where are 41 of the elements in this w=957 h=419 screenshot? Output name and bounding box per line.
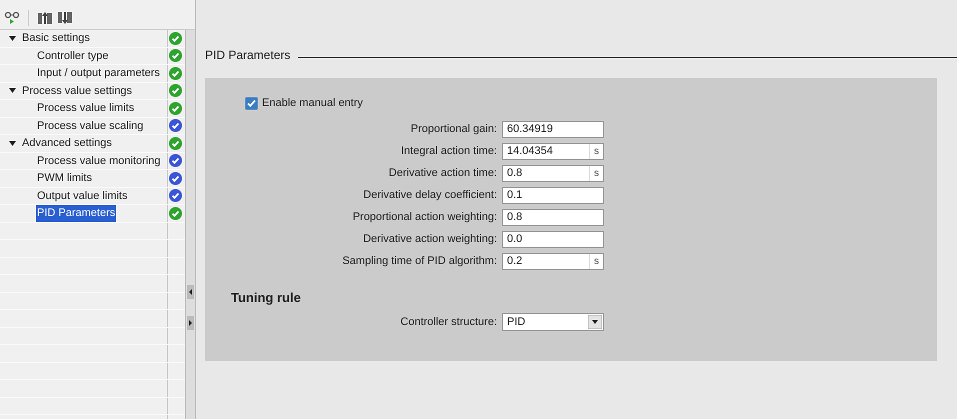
field-label: Derivative action time: <box>388 166 498 181</box>
checkbox[interactable] <box>245 96 258 110</box>
scrollbar[interactable] <box>185 30 195 419</box>
field-label: Sampling time of PID algorithm: <box>341 254 498 269</box>
input-field[interactable]: 14.04354 s <box>502 142 604 160</box>
tree-item[interactable]: Controller type <box>36 48 110 64</box>
tree-item[interactable]: Input / output parameters <box>36 65 161 82</box>
field-label: Controller structure: <box>399 314 498 330</box>
move-up-icon[interactable] <box>37 10 53 26</box>
input-field[interactable]: 60.34919 <box>502 120 604 138</box>
tree-item[interactable]: Process value scaling <box>36 118 144 134</box>
input-field[interactable]: 0.8 <box>502 208 604 226</box>
section-title: PID Parameters <box>205 47 290 64</box>
tree-item[interactable]: Process value limits <box>36 100 136 116</box>
checkbox-label: Enable manual entry <box>262 96 363 111</box>
tree-item[interactable]: Process value settings <box>21 82 134 99</box>
dropdown[interactable]: PID <box>502 313 604 331</box>
move-down-icon[interactable] <box>57 10 73 26</box>
tree-item[interactable]: Output value limits <box>36 188 128 204</box>
expanded-arrow-icon[interactable] <box>9 87 16 94</box>
tree-item[interactable]: PID Parameters <box>36 205 116 222</box>
glasses-icon[interactable] <box>4 10 20 26</box>
collapse-left-icon[interactable] <box>187 285 194 299</box>
tree-item[interactable]: Advanced settings <box>21 135 113 152</box>
tree-item[interactable]: Process value monitoring <box>36 152 162 169</box>
field-label: Proportional action weighting: <box>352 210 498 225</box>
field-label: Derivative delay coefficient: <box>362 188 498 203</box>
section-heading: Tuning rule <box>231 288 302 307</box>
input-field[interactable]: 0.0 <box>502 230 604 248</box>
dropdown-arrow-icon[interactable] <box>588 315 602 329</box>
expanded-arrow-icon[interactable] <box>9 140 16 147</box>
expanded-arrow-icon[interactable] <box>9 34 16 42</box>
tree-item[interactable]: PWM limits <box>36 170 93 186</box>
field-label: Derivative action weighting: <box>362 232 498 247</box>
tree-item[interactable]: Basic settings <box>21 30 91 46</box>
field-label: Proportional gain: <box>410 122 498 137</box>
field-label: Integral action time: <box>400 144 498 159</box>
input-field[interactable]: 0.8 s <box>502 164 604 182</box>
input-field[interactable]: 0.2 s <box>502 252 604 270</box>
expand-right-icon[interactable] <box>187 316 194 330</box>
input-field[interactable]: 0.1 <box>502 186 604 204</box>
